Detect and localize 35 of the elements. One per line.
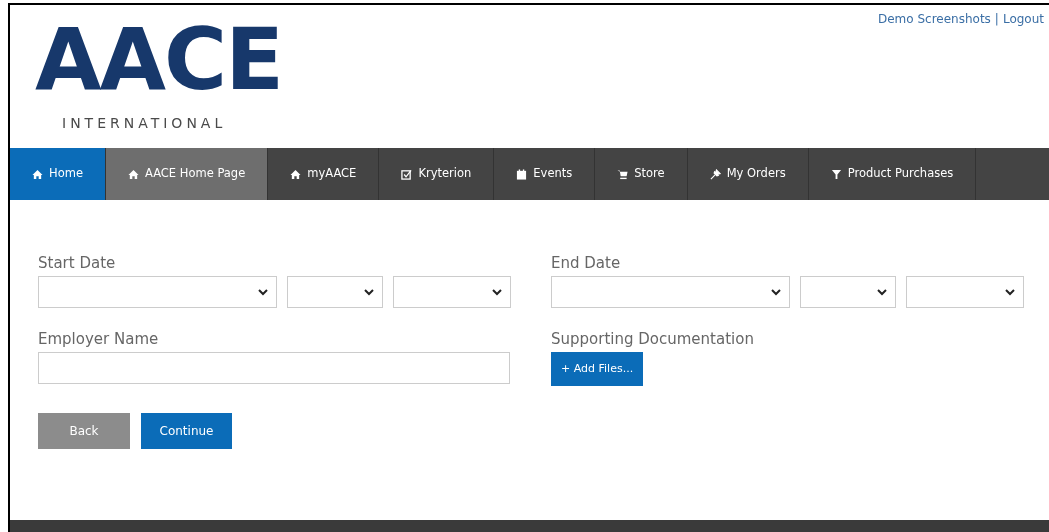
employer-name-field[interactable] — [38, 352, 510, 384]
dropdown-field[interactable] — [800, 276, 896, 308]
chevron-down-icon — [1005, 288, 1015, 296]
field-label: Supporting Documentation — [551, 329, 755, 350]
home-icon — [127, 168, 139, 180]
logout-link[interactable]: Logout — [1002, 10, 1044, 28]
dropdown-field[interactable] — [38, 276, 277, 308]
pin-icon — [709, 168, 721, 180]
home-icon — [290, 168, 302, 180]
dropdown-field[interactable] — [393, 276, 511, 308]
logo-subtitle: INTERNATIONAL — [61, 114, 228, 133]
back-button[interactable]: Back — [38, 413, 130, 449]
field-label: Employer Name — [38, 329, 160, 350]
chevron-down-icon — [492, 288, 502, 296]
dropdown-field[interactable] — [551, 276, 790, 308]
chevron-down-icon — [771, 288, 781, 296]
nav-tab[interactable]: AACE Home Page — [105, 148, 269, 200]
home-icon — [32, 168, 43, 180]
continue-button[interactable]: Continue — [141, 413, 232, 449]
logo-wordmark: AACE — [35, 9, 282, 109]
chevron-down-icon — [877, 288, 887, 296]
link-separator: | — [994, 11, 999, 28]
chevron-down-icon — [364, 288, 374, 296]
demo-screenshots-link[interactable]: Demo Screenshots — [877, 10, 991, 28]
filter-icon — [830, 168, 842, 180]
calendar-icon — [516, 168, 528, 180]
chevron-down-icon — [258, 288, 268, 296]
dropdown-field[interactable] — [287, 276, 383, 308]
checkbox-icon — [401, 168, 413, 180]
field-label: Start Date — [38, 253, 117, 274]
cart-icon — [617, 168, 629, 180]
field-label: End Date — [551, 253, 622, 274]
dropdown-field[interactable] — [906, 276, 1024, 308]
nav-tab[interactable]: Home — [10, 148, 106, 200]
add-files-button[interactable]: + Add Files... — [551, 352, 644, 386]
